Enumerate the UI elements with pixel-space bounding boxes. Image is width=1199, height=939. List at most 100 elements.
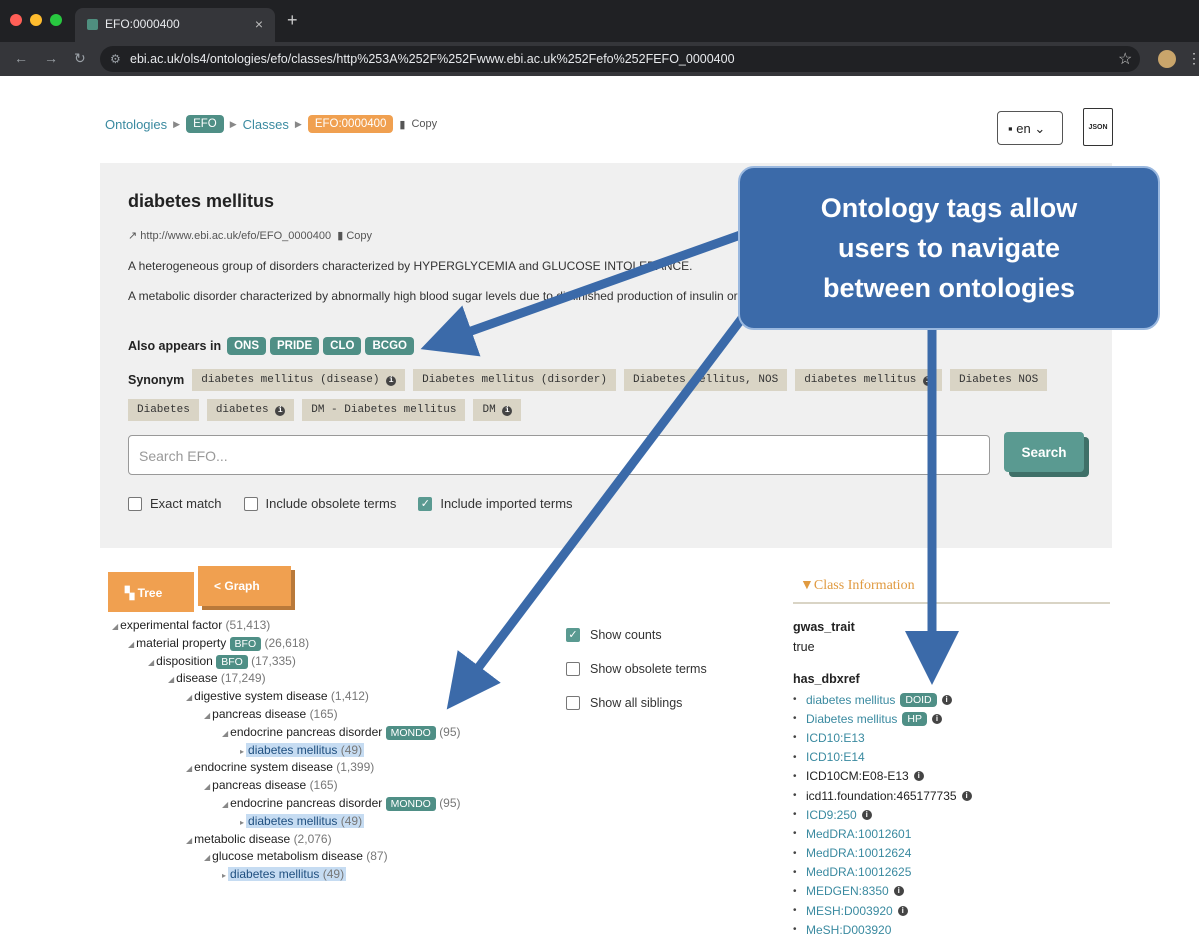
ontology-tag[interactable]: HP — [902, 711, 927, 726]
collapse-arrow-icon[interactable]: ◢ — [112, 622, 118, 631]
maximize-window-button[interactable] — [50, 14, 62, 26]
dbxref-text[interactable]: MEDGEN:8350 — [806, 884, 889, 898]
tree-node[interactable]: ▸ diabetes mellitus (49) — [240, 813, 365, 828]
ontology-tag[interactable]: BFO — [216, 654, 248, 669]
tree-node[interactable]: ◢ disease (17,249) — [168, 671, 266, 685]
close-tab-icon[interactable]: × — [255, 16, 263, 32]
dbxref-text[interactable]: ICD9:250 — [806, 808, 857, 822]
collapse-arrow-icon[interactable]: ◢ — [222, 800, 228, 809]
tree-node-label[interactable]: digestive system disease — [194, 689, 327, 703]
back-icon[interactable]: ← — [14, 50, 28, 66]
tree-node-label[interactable]: glucose metabolism disease — [212, 849, 363, 863]
collapse-arrow-icon[interactable]: ◢ — [186, 693, 192, 702]
close-window-button[interactable] — [10, 14, 22, 26]
dbxref-text[interactable]: MESH:D003920 — [806, 904, 893, 918]
info-icon[interactable]: i — [913, 771, 924, 782]
copy-icon[interactable]: ▮ — [337, 230, 343, 242]
tree-node[interactable]: ◢ disposition BFO (17,335) — [148, 654, 296, 669]
exact-match-checkbox[interactable] — [128, 496, 142, 511]
graph-view-button[interactable]: < Graph — [198, 566, 291, 606]
ontology-tag[interactable]: MONDO — [385, 797, 436, 811]
collapse-arrow-icon[interactable]: ◢ — [186, 836, 192, 845]
tree-node[interactable]: ▸ diabetes mellitus (49) — [240, 742, 365, 757]
current-term-highlight[interactable]: diabetes mellitus (49) — [246, 813, 365, 828]
dbxref-text[interactable]: MedDRA:10012624 — [806, 846, 911, 860]
expand-arrow-icon[interactable]: ▸ — [240, 747, 244, 756]
tree-node-label[interactable]: experimental factor — [120, 618, 222, 632]
crumb-current[interactable]: EFO:0000400 — [307, 115, 394, 133]
show-counts-checkbox[interactable]: ✓ — [566, 628, 580, 642]
info-icon[interactable]: i — [502, 406, 513, 416]
dbxref-text[interactable]: ICD10:E13 — [806, 731, 865, 745]
tree-node[interactable]: ◢ digestive system disease (1,412) — [186, 689, 369, 703]
ontology-tag[interactable]: MONDO — [385, 725, 436, 740]
json-download-button[interactable]: JSON — [1083, 108, 1113, 146]
dbxref-text[interactable]: ICD10:E14 — [806, 750, 865, 764]
info-icon[interactable]: i — [893, 886, 904, 897]
expand-arrow-icon[interactable]: ▸ — [240, 818, 244, 827]
tree-node-label[interactable]: endocrine pancreas disorder — [230, 725, 382, 739]
collapse-arrow-icon[interactable]: ◢ — [128, 640, 134, 649]
info-icon[interactable]: i — [923, 376, 934, 386]
tree-node[interactable]: ◢ endocrine pancreas disorder MONDO (95) — [222, 796, 461, 811]
collapse-arrow-icon[interactable]: ◢ — [204, 782, 210, 791]
include-imported-checkbox[interactable]: ✓ — [418, 496, 433, 511]
ontology-tag-ons[interactable]: ONS — [227, 337, 267, 355]
info-icon[interactable]: i — [386, 376, 397, 386]
tree-node[interactable]: ◢ material property BFO (26,618) — [128, 636, 309, 651]
browser-tab[interactable]: EFO:0000400 × — [75, 8, 275, 42]
bookmark-star-icon[interactable]: ☆ — [1118, 49, 1132, 69]
tree-node-label[interactable]: diabetes mellitus — [248, 743, 337, 757]
iri-link[interactable]: http://www.ebi.ac.uk/efo/EFO_0000400 — [140, 230, 331, 242]
info-icon[interactable]: i — [897, 905, 908, 916]
forward-icon[interactable]: → — [44, 50, 58, 66]
info-icon[interactable]: i — [275, 406, 286, 416]
site-info-icon[interactable]: ⚙ — [110, 52, 121, 66]
show-obsolete-checkbox[interactable] — [566, 662, 580, 676]
dbxref-text[interactable]: MeSH:D003920 — [806, 923, 891, 937]
reload-icon[interactable]: ↻ — [74, 50, 86, 67]
current-term-highlight[interactable]: diabetes mellitus (49) — [228, 867, 347, 882]
new-tab-icon[interactable]: + — [287, 10, 298, 31]
ontology-tag-pride[interactable]: PRIDE — [270, 337, 320, 355]
collapse-arrow-icon[interactable]: ◢ — [222, 729, 228, 738]
dbxref-text[interactable]: diabetes mellitus — [806, 693, 895, 707]
ontology-tag-bcgo[interactable]: BCGO — [365, 337, 414, 355]
dbxref-text[interactable]: MedDRA:10012625 — [806, 865, 911, 879]
tree-node[interactable]: ◢ pancreas disease (165) — [204, 778, 338, 792]
tree-node-label[interactable]: disease — [176, 671, 217, 685]
tree-node-label[interactable]: diabetes mellitus — [230, 867, 319, 881]
url-field[interactable]: ⚙ ebi.ac.uk/ols4/ontologies/efo/classes/… — [100, 46, 1140, 72]
tree-node-label[interactable]: diabetes mellitus — [248, 814, 337, 828]
ontology-tag[interactable]: BFO — [229, 636, 262, 651]
tree-node-label[interactable]: pancreas disease — [212, 778, 306, 792]
copy-icon[interactable]: ▮ — [399, 118, 405, 131]
tree-node-label[interactable]: pancreas disease — [212, 707, 306, 721]
info-icon[interactable]: i — [931, 713, 942, 724]
tree-node[interactable]: ◢ metabolic disease (2,076) — [186, 832, 332, 846]
crumb-classes[interactable]: Classes — [243, 117, 289, 132]
tree-node[interactable]: ◢ glucose metabolism disease (87) — [204, 849, 388, 863]
include-obsolete-checkbox[interactable] — [243, 496, 258, 511]
tree-view-button[interactable]: ▚ Tree — [108, 572, 194, 612]
collapse-arrow-icon[interactable]: ◢ — [168, 675, 174, 684]
info-icon[interactable]: i — [861, 809, 872, 820]
profile-avatar[interactable] — [1158, 50, 1176, 68]
window-controls[interactable] — [10, 14, 62, 26]
tree-node[interactable]: ◢ endocrine system disease (1,399) — [186, 760, 374, 774]
collapse-arrow-icon[interactable]: ◢ — [186, 764, 192, 773]
dbxref-text[interactable]: MedDRA:10012601 — [806, 827, 911, 841]
crumb-efo[interactable]: EFO — [186, 115, 224, 133]
language-select[interactable]: ▪ en ⌄ — [997, 111, 1063, 145]
current-term-highlight[interactable]: diabetes mellitus (49) — [246, 742, 365, 757]
info-icon[interactable]: i — [941, 694, 952, 705]
show-siblings-checkbox[interactable] — [566, 696, 580, 710]
tree-node-label[interactable]: disposition — [156, 654, 213, 668]
tree-node[interactable]: ◢ pancreas disease (165) — [204, 707, 338, 721]
ontology-tag[interactable]: DOID — [900, 692, 937, 707]
collapse-arrow-icon[interactable]: ◢ — [204, 853, 210, 862]
search-input[interactable]: Search EFO... — [128, 435, 990, 475]
iri-copy-button[interactable]: Copy — [346, 230, 372, 242]
tree-node-label[interactable]: metabolic disease — [194, 832, 290, 846]
tree-node-label[interactable]: endocrine system disease — [194, 760, 333, 774]
